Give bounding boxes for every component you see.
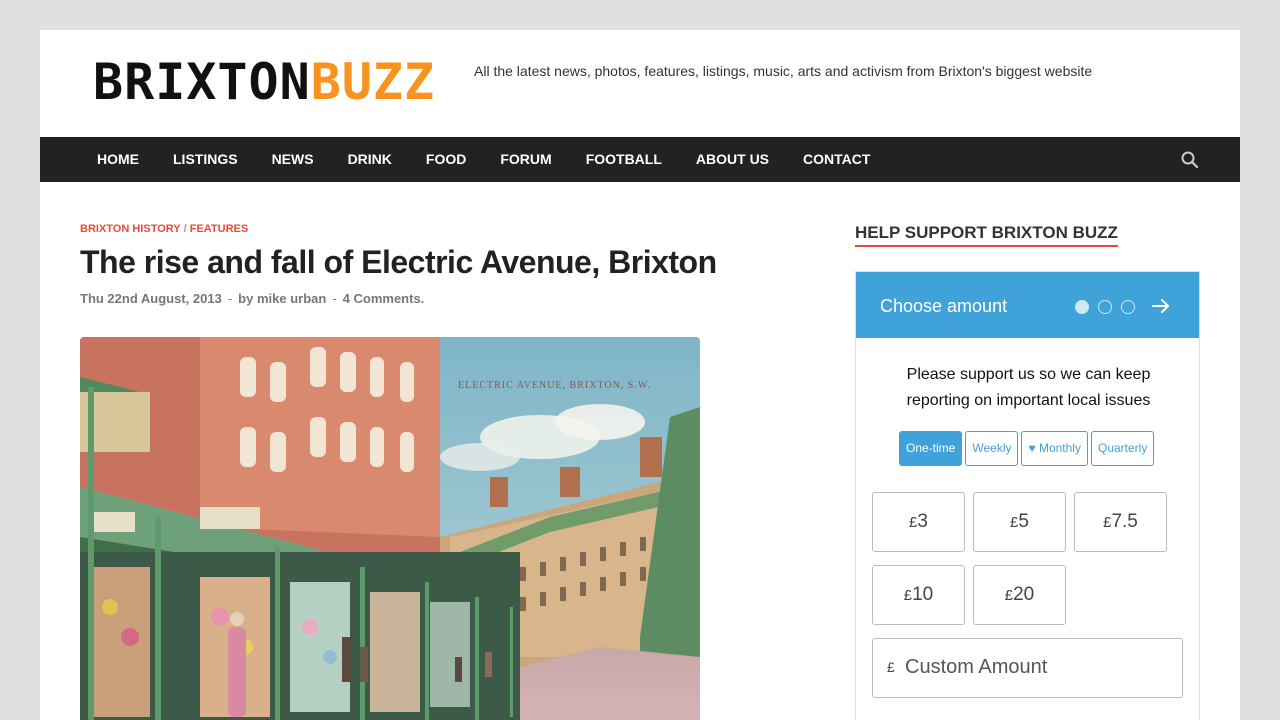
amount-option-10[interactable]: £10 <box>872 565 965 625</box>
prompt-line-1: Please support us so we can keep <box>906 366 1151 383</box>
frequency-weekly[interactable]: Weekly <box>965 431 1019 466</box>
amount-value: 7.5 <box>1111 511 1138 532</box>
article-comments-link[interactable]: 4 Comments. <box>343 291 425 306</box>
nav-item-home[interactable]: HOME <box>80 137 156 182</box>
article-featured-image: ELECTRIC AVENUE, BRIXTON, S.W. <box>80 337 700 720</box>
amount-value: 20 <box>1013 584 1035 605</box>
nav-item-forum[interactable]: FORUM <box>483 137 568 182</box>
main-nav: HOME LISTINGS NEWS DRINK FOOD FORUM FOOT… <box>40 137 1240 182</box>
article-author[interactable]: by mike urban <box>238 291 326 306</box>
prompt-line-2: reporting on important local issues <box>906 392 1151 409</box>
donation-widget: Choose amount Please support us so we ca… <box>855 271 1200 720</box>
nav-item-food[interactable]: FOOD <box>409 137 483 182</box>
frequency-monthly-label: Monthly <box>1038 441 1081 455</box>
amount-value: 5 <box>1018 511 1029 532</box>
nav-item-listings[interactable]: LISTINGS <box>156 137 255 182</box>
logo-text-buzz: BUZZ <box>310 53 436 111</box>
nav-item-drink[interactable]: DRINK <box>331 137 409 182</box>
amount-value: 3 <box>917 511 928 532</box>
article-meta: Thu 22nd August, 2013- by mike urban -4 Co… <box>80 291 424 306</box>
donation-prompt: Please support us so we can keep reporti… <box>856 362 1201 414</box>
postcard-caption: ELECTRIC AVENUE, BRIXTON, S.W. <box>458 380 651 391</box>
article-date[interactable]: Thu 22nd August, 2013 <box>80 291 222 306</box>
step-dot-1 <box>1075 300 1089 314</box>
arrow-right-icon[interactable] <box>1151 296 1171 316</box>
step-indicator <box>1075 300 1135 314</box>
choose-amount-title: Choose amount <box>880 296 1008 316</box>
nav-item-football[interactable]: FOOTBALL <box>569 137 679 182</box>
category-separator: / <box>183 223 187 235</box>
donation-widget-header: Choose amount <box>856 272 1199 338</box>
site-tagline: All the latest news, photos, features, l… <box>474 63 1093 79</box>
category-link-brixton-history[interactable]: BRIXTON HISTORY <box>80 223 181 235</box>
amount-value: 10 <box>912 584 934 605</box>
site-logo[interactable]: BRIXTON BUZZ <box>93 53 436 111</box>
search-icon[interactable] <box>1180 150 1200 170</box>
category-link-features[interactable]: FEATURES <box>190 223 248 235</box>
frequency-one-time[interactable]: One-time <box>899 431 963 466</box>
article-categories: BRIXTON HISTORY / FEATURES <box>80 223 248 235</box>
step-dot-3 <box>1121 300 1135 314</box>
nav-item-news[interactable]: NEWS <box>255 137 331 182</box>
page: BRIXTON BUZZ All the latest news, photos… <box>40 30 1240 720</box>
step-dot-2 <box>1098 300 1112 314</box>
article-title: The rise and fall of Electric Avenue, Br… <box>80 244 717 280</box>
amount-option-7-5[interactable]: £7.5 <box>1074 492 1167 552</box>
meta-separator: - <box>227 291 233 306</box>
currency-symbol: £ <box>903 587 913 604</box>
custom-amount-input[interactable]: £ Custom Amount <box>872 638 1183 698</box>
support-heading: HELP SUPPORT BRIXTON BUZZ <box>855 223 1118 247</box>
currency-symbol: £ <box>1004 587 1014 604</box>
meta-separator: - <box>332 291 337 306</box>
custom-amount-placeholder: Custom Amount <box>905 656 1048 678</box>
frequency-quarterly[interactable]: Quarterly <box>1090 431 1155 466</box>
frequency-selector: One-time Weekly ♥ Monthly Quarterly <box>899 431 1155 466</box>
amount-option-20[interactable]: £20 <box>973 565 1066 625</box>
amount-option-3[interactable]: £3 <box>872 492 965 552</box>
logo-text-brixton: BRIXTON <box>93 53 311 111</box>
currency-symbol: £ <box>887 659 895 675</box>
nav-item-about-us[interactable]: ABOUT US <box>679 137 786 182</box>
heart-icon: ♥ <box>1028 441 1036 455</box>
nav-item-contact[interactable]: CONTACT <box>786 137 887 182</box>
frequency-monthly[interactable]: ♥ Monthly <box>1021 431 1088 466</box>
amount-option-5[interactable]: £5 <box>973 492 1066 552</box>
